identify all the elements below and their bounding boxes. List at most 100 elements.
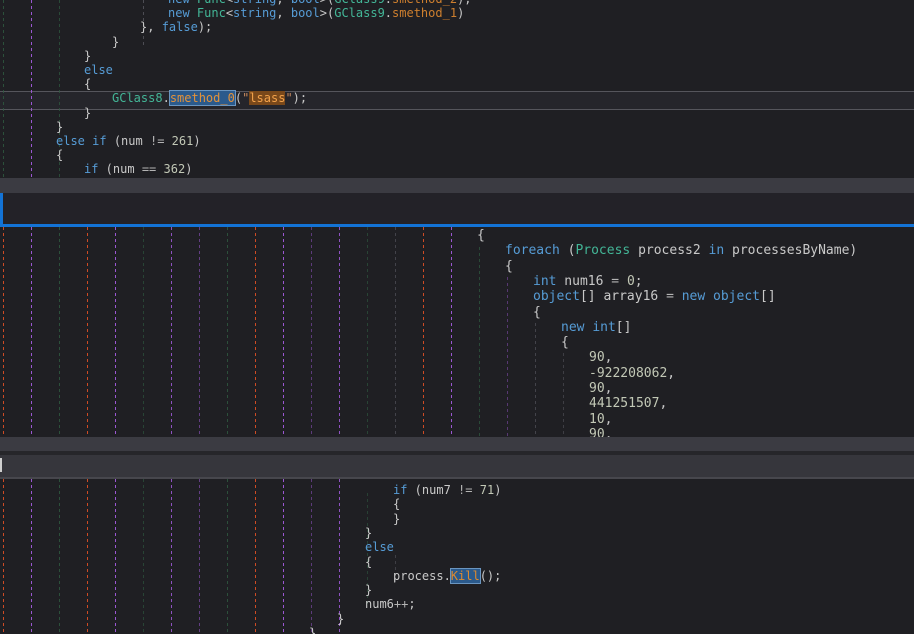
indent-guide bbox=[31, 227, 32, 437]
code-token: process2 bbox=[630, 243, 708, 258]
code-token: num16 bbox=[556, 274, 611, 289]
code-token: int bbox=[592, 320, 615, 335]
code-token: ( bbox=[107, 134, 121, 148]
indent-guide bbox=[59, 479, 60, 634]
code-token: ) bbox=[193, 134, 200, 148]
code-token: ) bbox=[457, 6, 464, 20]
code-token: ++ bbox=[394, 597, 408, 611]
code-token: 0 bbox=[627, 274, 635, 289]
fold-band-upper bbox=[0, 178, 914, 194]
code-line[interactable]: } bbox=[337, 613, 344, 627]
code-token: new bbox=[561, 320, 584, 335]
code-token: GClass8 bbox=[112, 91, 163, 105]
peek-window-edge bbox=[0, 193, 914, 227]
code-token: >( bbox=[320, 6, 334, 20]
selected-method-token[interactable]: smethod_0 bbox=[170, 91, 235, 105]
code-token: ; bbox=[408, 597, 415, 611]
code-token: [] bbox=[616, 320, 632, 335]
code-line[interactable]: else bbox=[84, 64, 113, 78]
indent-guide bbox=[3, 479, 4, 634]
code-token: if bbox=[84, 162, 98, 176]
code-line[interactable]: } bbox=[84, 50, 91, 64]
code-line[interactable]: int num16 = 0; bbox=[533, 275, 643, 290]
code-line[interactable]: object[] array16 = new object[] bbox=[533, 290, 776, 305]
code-line[interactable]: 10, bbox=[589, 413, 612, 428]
code-line[interactable]: { bbox=[561, 336, 569, 351]
code-line[interactable]: new Func<string, bool>(GClass9.smethod_1… bbox=[168, 7, 464, 21]
code-token: { bbox=[365, 555, 372, 569]
code-line[interactable]: { bbox=[477, 229, 485, 244]
code-section-bot: if (num7 != 71){}}else{process.Kill();}n… bbox=[0, 479, 914, 634]
code-token: 10 bbox=[589, 412, 605, 427]
code-token bbox=[143, 134, 150, 148]
indent-guide bbox=[199, 227, 200, 437]
code-line[interactable]: } bbox=[365, 527, 372, 541]
code-line[interactable]: { bbox=[505, 260, 513, 275]
highlighted-string-token[interactable]: lsass bbox=[249, 91, 285, 105]
code-line[interactable]: num6++; bbox=[365, 598, 416, 612]
indent-guide bbox=[339, 227, 340, 437]
code-line[interactable]: { bbox=[393, 498, 400, 512]
code-section-mid: {foreach (Process process2 in processesB… bbox=[0, 227, 914, 437]
code-line[interactable]: foreach (Process process2 in processesBy… bbox=[505, 244, 857, 259]
code-token: Func bbox=[197, 0, 226, 6]
indent-guide bbox=[227, 227, 228, 437]
code-line[interactable]: { bbox=[56, 149, 63, 163]
code-token: string bbox=[233, 0, 276, 6]
indent-guide bbox=[171, 479, 172, 634]
code-token: " bbox=[285, 91, 292, 105]
code-token: 90 bbox=[589, 350, 605, 365]
code-line[interactable]: process.Kill(); bbox=[393, 570, 501, 584]
code-token: bool bbox=[291, 6, 320, 20]
code-token: >( bbox=[320, 0, 334, 6]
code-line[interactable]: } bbox=[393, 513, 400, 527]
code-line[interactable]: { bbox=[533, 306, 541, 321]
code-token: ); bbox=[293, 91, 307, 105]
indent-guide bbox=[143, 479, 144, 634]
code-line[interactable]: if (num7 != 71) bbox=[393, 484, 501, 498]
code-line[interactable]: else bbox=[365, 541, 394, 555]
code-editor[interactable]: new Func<string, bool>(GClass9.smethod_2… bbox=[0, 0, 914, 634]
code-line[interactable]: }, false); bbox=[140, 21, 212, 35]
code-line[interactable]: { bbox=[84, 78, 91, 92]
code-token: ( bbox=[235, 91, 242, 105]
code-token: -922208062 bbox=[589, 366, 667, 381]
code-line[interactable]: 90, bbox=[589, 382, 612, 397]
code-token: Func bbox=[197, 6, 226, 20]
code-line[interactable]: } bbox=[84, 107, 91, 121]
code-line[interactable]: 90, bbox=[589, 351, 612, 366]
code-token: new bbox=[168, 6, 197, 20]
code-token: . bbox=[163, 91, 170, 105]
code-token: new bbox=[682, 289, 705, 304]
code-line[interactable]: -922208062, bbox=[589, 367, 675, 382]
code-token: smethod_2 bbox=[392, 0, 457, 6]
code-token: != bbox=[458, 483, 472, 497]
indent-guide bbox=[87, 479, 88, 634]
code-token: . bbox=[385, 0, 392, 6]
code-token: num7 bbox=[422, 483, 451, 497]
code-token: == bbox=[142, 162, 156, 176]
code-line[interactable]: if (num == 362) bbox=[84, 163, 192, 177]
code-line[interactable]: { bbox=[365, 556, 372, 570]
code-line[interactable]: else if (num != 261) bbox=[56, 135, 201, 149]
code-token: { bbox=[393, 497, 400, 511]
code-token: != bbox=[150, 134, 164, 148]
indent-guide bbox=[283, 479, 284, 634]
indent-guide bbox=[563, 353, 564, 437]
code-token: < bbox=[226, 6, 233, 20]
code-token: GClass9 bbox=[334, 6, 385, 20]
selected-method-token[interactable]: Kill bbox=[451, 569, 480, 583]
code-token: , bbox=[605, 381, 613, 396]
code-token: string bbox=[233, 6, 276, 20]
indent-guide bbox=[87, 227, 88, 437]
code-line[interactable]: 441251507, bbox=[589, 397, 667, 412]
code-line[interactable]: new int[] bbox=[561, 321, 631, 336]
code-line[interactable]: 90, bbox=[589, 428, 612, 437]
code-line[interactable]: } bbox=[365, 584, 372, 598]
indent-guide bbox=[59, 227, 60, 437]
indent-guide bbox=[311, 227, 312, 437]
code-line[interactable]: } bbox=[56, 121, 63, 135]
code-line[interactable]: } bbox=[112, 36, 119, 50]
code-line[interactable]: GClass8.smethod_0("lsass"); bbox=[112, 92, 307, 106]
code-line[interactable]: } bbox=[309, 627, 316, 634]
